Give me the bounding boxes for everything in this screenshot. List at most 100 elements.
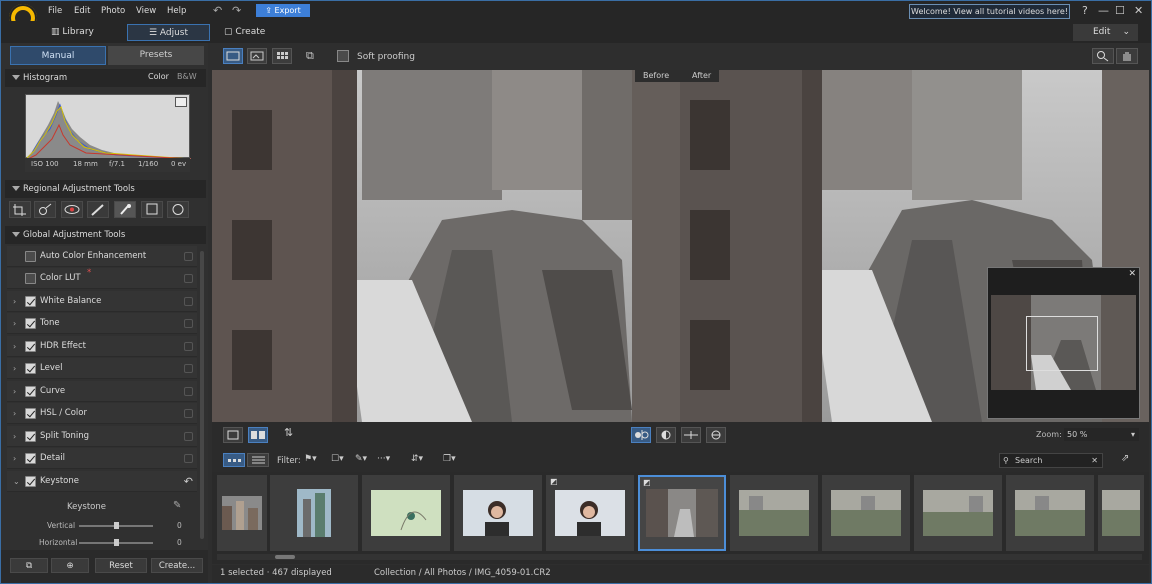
list-view-icon[interactable] [247, 453, 269, 467]
menu-photo[interactable]: Photo [101, 6, 125, 16]
brush-icon[interactable] [87, 201, 109, 218]
horizontal-value[interactable]: 0 [177, 538, 182, 547]
thumbnail[interactable] [454, 475, 542, 551]
checkbox[interactable] [25, 453, 36, 464]
thumbnail[interactable] [217, 475, 267, 551]
close-icon[interactable]: ✕ [1128, 269, 1136, 279]
chevron-right-icon[interactable]: › [13, 336, 16, 357]
clear-search-icon[interactable]: ✕ [1091, 454, 1098, 467]
side-by-side-view-icon[interactable] [248, 427, 268, 443]
left-panel-scrollbar[interactable] [200, 251, 204, 539]
checkbox[interactable] [25, 476, 36, 487]
thumbnail-selected[interactable]: ◩ [638, 475, 726, 551]
undo-icon[interactable]: ↶ [184, 471, 193, 492]
swap-monitor-icon[interactable]: ⧉ [306, 49, 314, 63]
split-vertical-icon[interactable] [681, 427, 701, 443]
soft-proofing-checkbox[interactable] [337, 50, 349, 62]
crop-tool-icon[interactable] [9, 201, 31, 218]
welcome-tutorial-banner[interactable]: Welcome! View all tutorial videos here! [909, 4, 1070, 19]
navigator-panel[interactable]: ✕ [987, 267, 1140, 419]
create-mode-button[interactable]: ▢ Create [224, 24, 265, 41]
reset-icon[interactable] [184, 454, 193, 463]
paste-settings-icon[interactable]: ⊕ [51, 558, 89, 573]
help-icon[interactable]: ? [1082, 4, 1088, 17]
global-item-hsl[interactable]: › HSL / Color [7, 403, 197, 424]
reset-icon[interactable] [184, 364, 193, 373]
checkbox[interactable] [25, 386, 36, 397]
label-filter-icon[interactable]: ☐▾ [331, 454, 344, 464]
thumbnail[interactable] [362, 475, 450, 551]
gradient-mask-icon[interactable] [114, 201, 136, 218]
grid-view-icon[interactable] [272, 48, 292, 64]
reset-icon[interactable] [184, 432, 193, 441]
copy-settings-icon[interactable]: ⧉ [10, 558, 48, 573]
more-filter-icon[interactable]: ···▾ [377, 454, 390, 464]
chevron-down-icon[interactable]: ⌄ [13, 471, 20, 492]
redo-icon[interactable]: ↷ [232, 4, 241, 17]
split-horizontal-icon[interactable] [706, 427, 726, 443]
global-item-curve[interactable]: › Curve [7, 381, 197, 402]
edit-filter-icon[interactable]: ✎▾ [355, 454, 367, 464]
thumbnail[interactable] [730, 475, 818, 551]
thumbnail[interactable] [1006, 475, 1094, 551]
navigator-viewport[interactable] [1026, 316, 1098, 371]
tab-presets[interactable]: Presets [108, 46, 204, 65]
reset-icon[interactable] [184, 387, 193, 396]
reset-icon[interactable] [184, 297, 193, 306]
checkbox[interactable] [25, 431, 36, 442]
linear-gradient-icon[interactable] [141, 201, 163, 218]
checkbox[interactable] [25, 341, 36, 352]
reset-icon[interactable] [184, 409, 193, 418]
checkbox[interactable] [25, 273, 36, 284]
close-button[interactable]: ✕ [1134, 4, 1143, 17]
create-preset-button[interactable]: Create... [151, 558, 203, 573]
edit-dropdown[interactable]: Edit ⌄ [1073, 24, 1138, 41]
histogram-color-toggle[interactable]: Color [148, 72, 169, 81]
reset-button[interactable]: Reset [95, 558, 147, 573]
reset-icon[interactable] [184, 342, 193, 351]
reset-icon[interactable] [184, 274, 193, 283]
clipping-warning-icon[interactable] [175, 97, 187, 107]
thumbnail[interactable] [914, 475, 1002, 551]
global-item-keystone[interactable]: ⌄ Keystone ↶ [7, 471, 197, 492]
library-mode-button[interactable]: ▥ Library [51, 24, 94, 41]
chevron-right-icon[interactable]: › [13, 291, 16, 312]
checkbox[interactable] [25, 251, 36, 262]
chevron-right-icon[interactable]: › [13, 313, 16, 334]
red-eye-icon[interactable] [61, 201, 83, 218]
single-view-icon[interactable] [223, 48, 243, 64]
global-item-auto-color[interactable]: Auto Color Enhancement [7, 246, 197, 267]
thumbnail[interactable] [822, 475, 910, 551]
regional-tools-header[interactable]: Regional Adjustment Tools [5, 180, 206, 198]
checkbox[interactable] [25, 363, 36, 374]
checkbox[interactable] [25, 296, 36, 307]
chevron-right-icon[interactable]: › [13, 448, 16, 469]
menu-file[interactable]: File [48, 6, 62, 16]
eyedropper-icon[interactable]: ✎ [173, 500, 181, 511]
filmstrip-view-icon[interactable] [223, 453, 245, 467]
global-item-split-toning[interactable]: › Split Toning [7, 426, 197, 447]
split-compare-icon[interactable] [631, 427, 651, 443]
global-item-white-balance[interactable]: › White Balance [7, 291, 197, 312]
filmstrip-scroll-thumb[interactable] [275, 555, 295, 559]
undo-icon[interactable]: ↶ [213, 4, 222, 17]
chevron-right-icon[interactable]: › [13, 426, 16, 447]
adjust-mode-button[interactable]: ☰ Adjust [127, 24, 210, 41]
open-external-icon[interactable]: ⇗ [1121, 453, 1129, 464]
stack-icon[interactable]: ❐▾ [443, 454, 456, 464]
radial-gradient-icon[interactable] [167, 201, 189, 218]
vertical-slider-handle[interactable] [114, 522, 119, 529]
sort-icon[interactable]: ⇵▾ [411, 454, 423, 464]
chevron-right-icon[interactable]: › [13, 403, 16, 424]
rotate-view-icon[interactable]: ⇅ [284, 426, 293, 439]
reset-icon[interactable] [184, 252, 193, 261]
vertical-value[interactable]: 0 [177, 521, 182, 530]
thumbnail[interactable] [270, 475, 358, 551]
histogram-bw-toggle[interactable]: B&W [177, 72, 197, 81]
maximize-button[interactable]: ☐ [1115, 4, 1125, 17]
chevron-right-icon[interactable]: › [13, 358, 16, 379]
spot-removal-icon[interactable] [34, 201, 56, 218]
half-compare-icon[interactable] [656, 427, 676, 443]
flag-filter-icon[interactable]: ⚑▾ [304, 454, 317, 464]
horizontal-slider-handle[interactable] [114, 539, 119, 546]
